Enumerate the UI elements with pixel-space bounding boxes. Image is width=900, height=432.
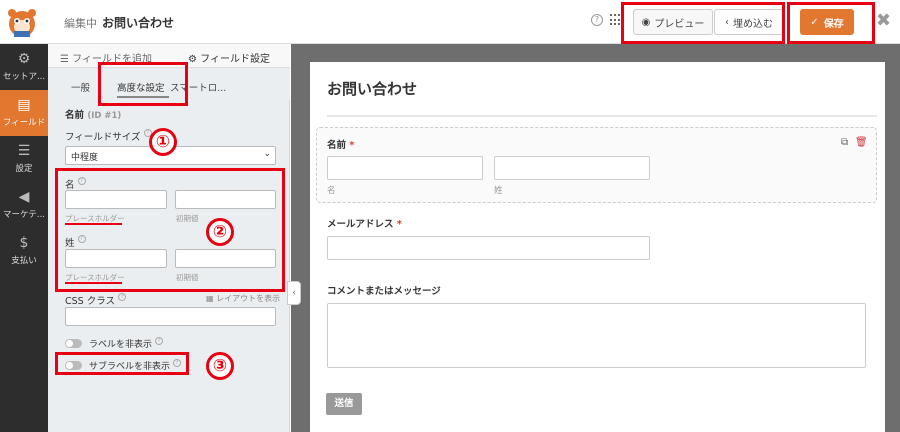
megaphone-icon: ◀: [18, 189, 30, 205]
last-name-label: 姓?: [65, 235, 86, 249]
help-icon[interactable]: ?: [77, 235, 86, 243]
form-name-title: お問い合わせ: [102, 16, 175, 30]
eye-icon: ◉: [641, 16, 651, 28]
form-title: お問い合わせ: [327, 80, 418, 98]
email-field-label: メールアドレス *: [327, 219, 402, 230]
help-icon[interactable]: ?: [77, 177, 86, 185]
sliders-icon: ⚙: [188, 54, 201, 65]
tab-add-fields[interactable]: ☰ フィールドを追加: [60, 50, 152, 65]
nav-label: 支払い: [11, 256, 37, 266]
help-icon[interactable]: ?: [173, 359, 182, 367]
first-sublabel: 名: [327, 186, 336, 196]
panel-tabs: ☰ フィールドを追加 ⚙ フィールド設定: [48, 44, 290, 68]
help-icon[interactable]: ?: [118, 293, 127, 301]
name-field-label: 名前 *: [327, 140, 355, 151]
sliders-icon: ☰: [17, 143, 31, 159]
nav-label: フィールド: [2, 118, 46, 128]
css-class-input[interactable]: [65, 307, 276, 326]
comment-field-label: コメントまたはメッセージ: [327, 286, 441, 297]
nav-label: 設定: [15, 164, 33, 174]
first-default-sublabel: 初期値: [176, 214, 199, 223]
first-name-input[interactable]: [327, 156, 483, 180]
last-default-input[interactable]: [175, 249, 276, 268]
subtab-advanced[interactable]: 高度な設定: [117, 80, 165, 94]
last-sublabel: 姓: [494, 186, 503, 196]
show-layouts-link[interactable]: ▦ レイアウトを表示: [206, 293, 280, 304]
editing-prefix: 編集中: [64, 17, 97, 30]
last-default-sublabel: 初期値: [176, 273, 199, 282]
dollar-icon: $: [19, 235, 29, 251]
first-default-input[interactable]: [175, 190, 276, 209]
builder-left-nav: ⚙ セットア... ▤ フィールド ☰ 設定 ◀ マーケテ... $ 支払い: [0, 44, 48, 432]
grid-menu-icon[interactable]: [610, 14, 622, 26]
marker-3: ③: [206, 352, 234, 380]
nav-item-marketing[interactable]: ◀ マーケテ...: [0, 182, 48, 228]
marker-1: ①: [149, 128, 177, 156]
first-placeholder-input[interactable]: [65, 190, 167, 209]
preview-button[interactable]: ◉ プレビュー: [633, 9, 713, 35]
field-name-heading: 名前 (ID #1): [65, 110, 122, 121]
tab-field-options[interactable]: ⚙ フィールド設定: [188, 50, 270, 65]
css-class-label: CSS クラス?: [65, 293, 127, 307]
subtab-smart-logic[interactable]: スマートロ...: [170, 80, 226, 94]
help-icon[interactable]: ?: [591, 14, 603, 26]
placeholder-underline: [65, 282, 122, 284]
help-icon[interactable]: ?: [155, 337, 164, 345]
email-input[interactable]: [327, 236, 650, 260]
embed-label: 埋め込む: [733, 18, 773, 30]
title-divider: [327, 115, 877, 117]
chevron-down-icon: ⌄: [263, 149, 271, 159]
last-placeholder-input[interactable]: [65, 249, 167, 268]
save-button[interactable]: ✓ 保存: [800, 9, 854, 35]
nav-label: マーケテ...: [3, 210, 45, 220]
placeholder-underline: [65, 223, 122, 225]
gear-icon: ⚙: [17, 51, 31, 67]
trash-icon[interactable]: 🗑: [855, 137, 868, 148]
close-icon[interactable]: ✖: [876, 11, 891, 31]
check-icon: ✓: [810, 16, 819, 28]
layout-icon: ▦: [206, 294, 217, 303]
embed-button[interactable]: ‹ 埋め込む: [714, 9, 784, 35]
preview-label: プレビュー: [654, 18, 705, 30]
hide-label-text: ラベルを非表示?: [89, 337, 164, 350]
nav-item-settings[interactable]: ☰ 設定: [0, 136, 48, 182]
nav-label: セットア...: [2, 72, 46, 82]
code-icon: ‹: [725, 16, 729, 28]
active-subtab-indicator: [117, 96, 169, 98]
marker-2: ②: [206, 218, 234, 246]
collapse-panel-handle[interactable]: ‹: [287, 281, 301, 305]
field-subtabs: 一般 高度な設定 スマートロ...: [48, 68, 290, 100]
nav-item-fields[interactable]: ▤ フィールド: [0, 90, 48, 136]
last-name-input[interactable]: [494, 156, 650, 180]
duplicate-icon[interactable]: ⧉: [841, 137, 848, 148]
list-icon: ☰: [60, 54, 73, 65]
hide-sublabels-text: サブラベルを非表示?: [89, 359, 182, 372]
top-bar: 編集中 お問い合わせ ? ◉ プレビュー ‹ 埋め込む ✓ 保存 ✖: [0, 0, 900, 44]
comment-textarea[interactable]: [327, 303, 866, 368]
save-label: 保存: [823, 18, 844, 30]
subtab-general[interactable]: 一般: [71, 80, 90, 94]
first-name-label: 名?: [65, 177, 86, 191]
hide-label-toggle[interactable]: [65, 339, 82, 348]
field-size-label: フィールドサイズ?: [65, 129, 152, 143]
submit-button[interactable]: 送信: [326, 393, 362, 415]
nav-item-payments[interactable]: $ 支払い: [0, 228, 48, 274]
nav-item-setup[interactable]: ⚙ セットア...: [0, 44, 48, 90]
hide-sublabels-toggle[interactable]: [65, 361, 82, 370]
fields-icon: ▤: [17, 97, 31, 113]
wpforms-logo: [4, 4, 40, 40]
